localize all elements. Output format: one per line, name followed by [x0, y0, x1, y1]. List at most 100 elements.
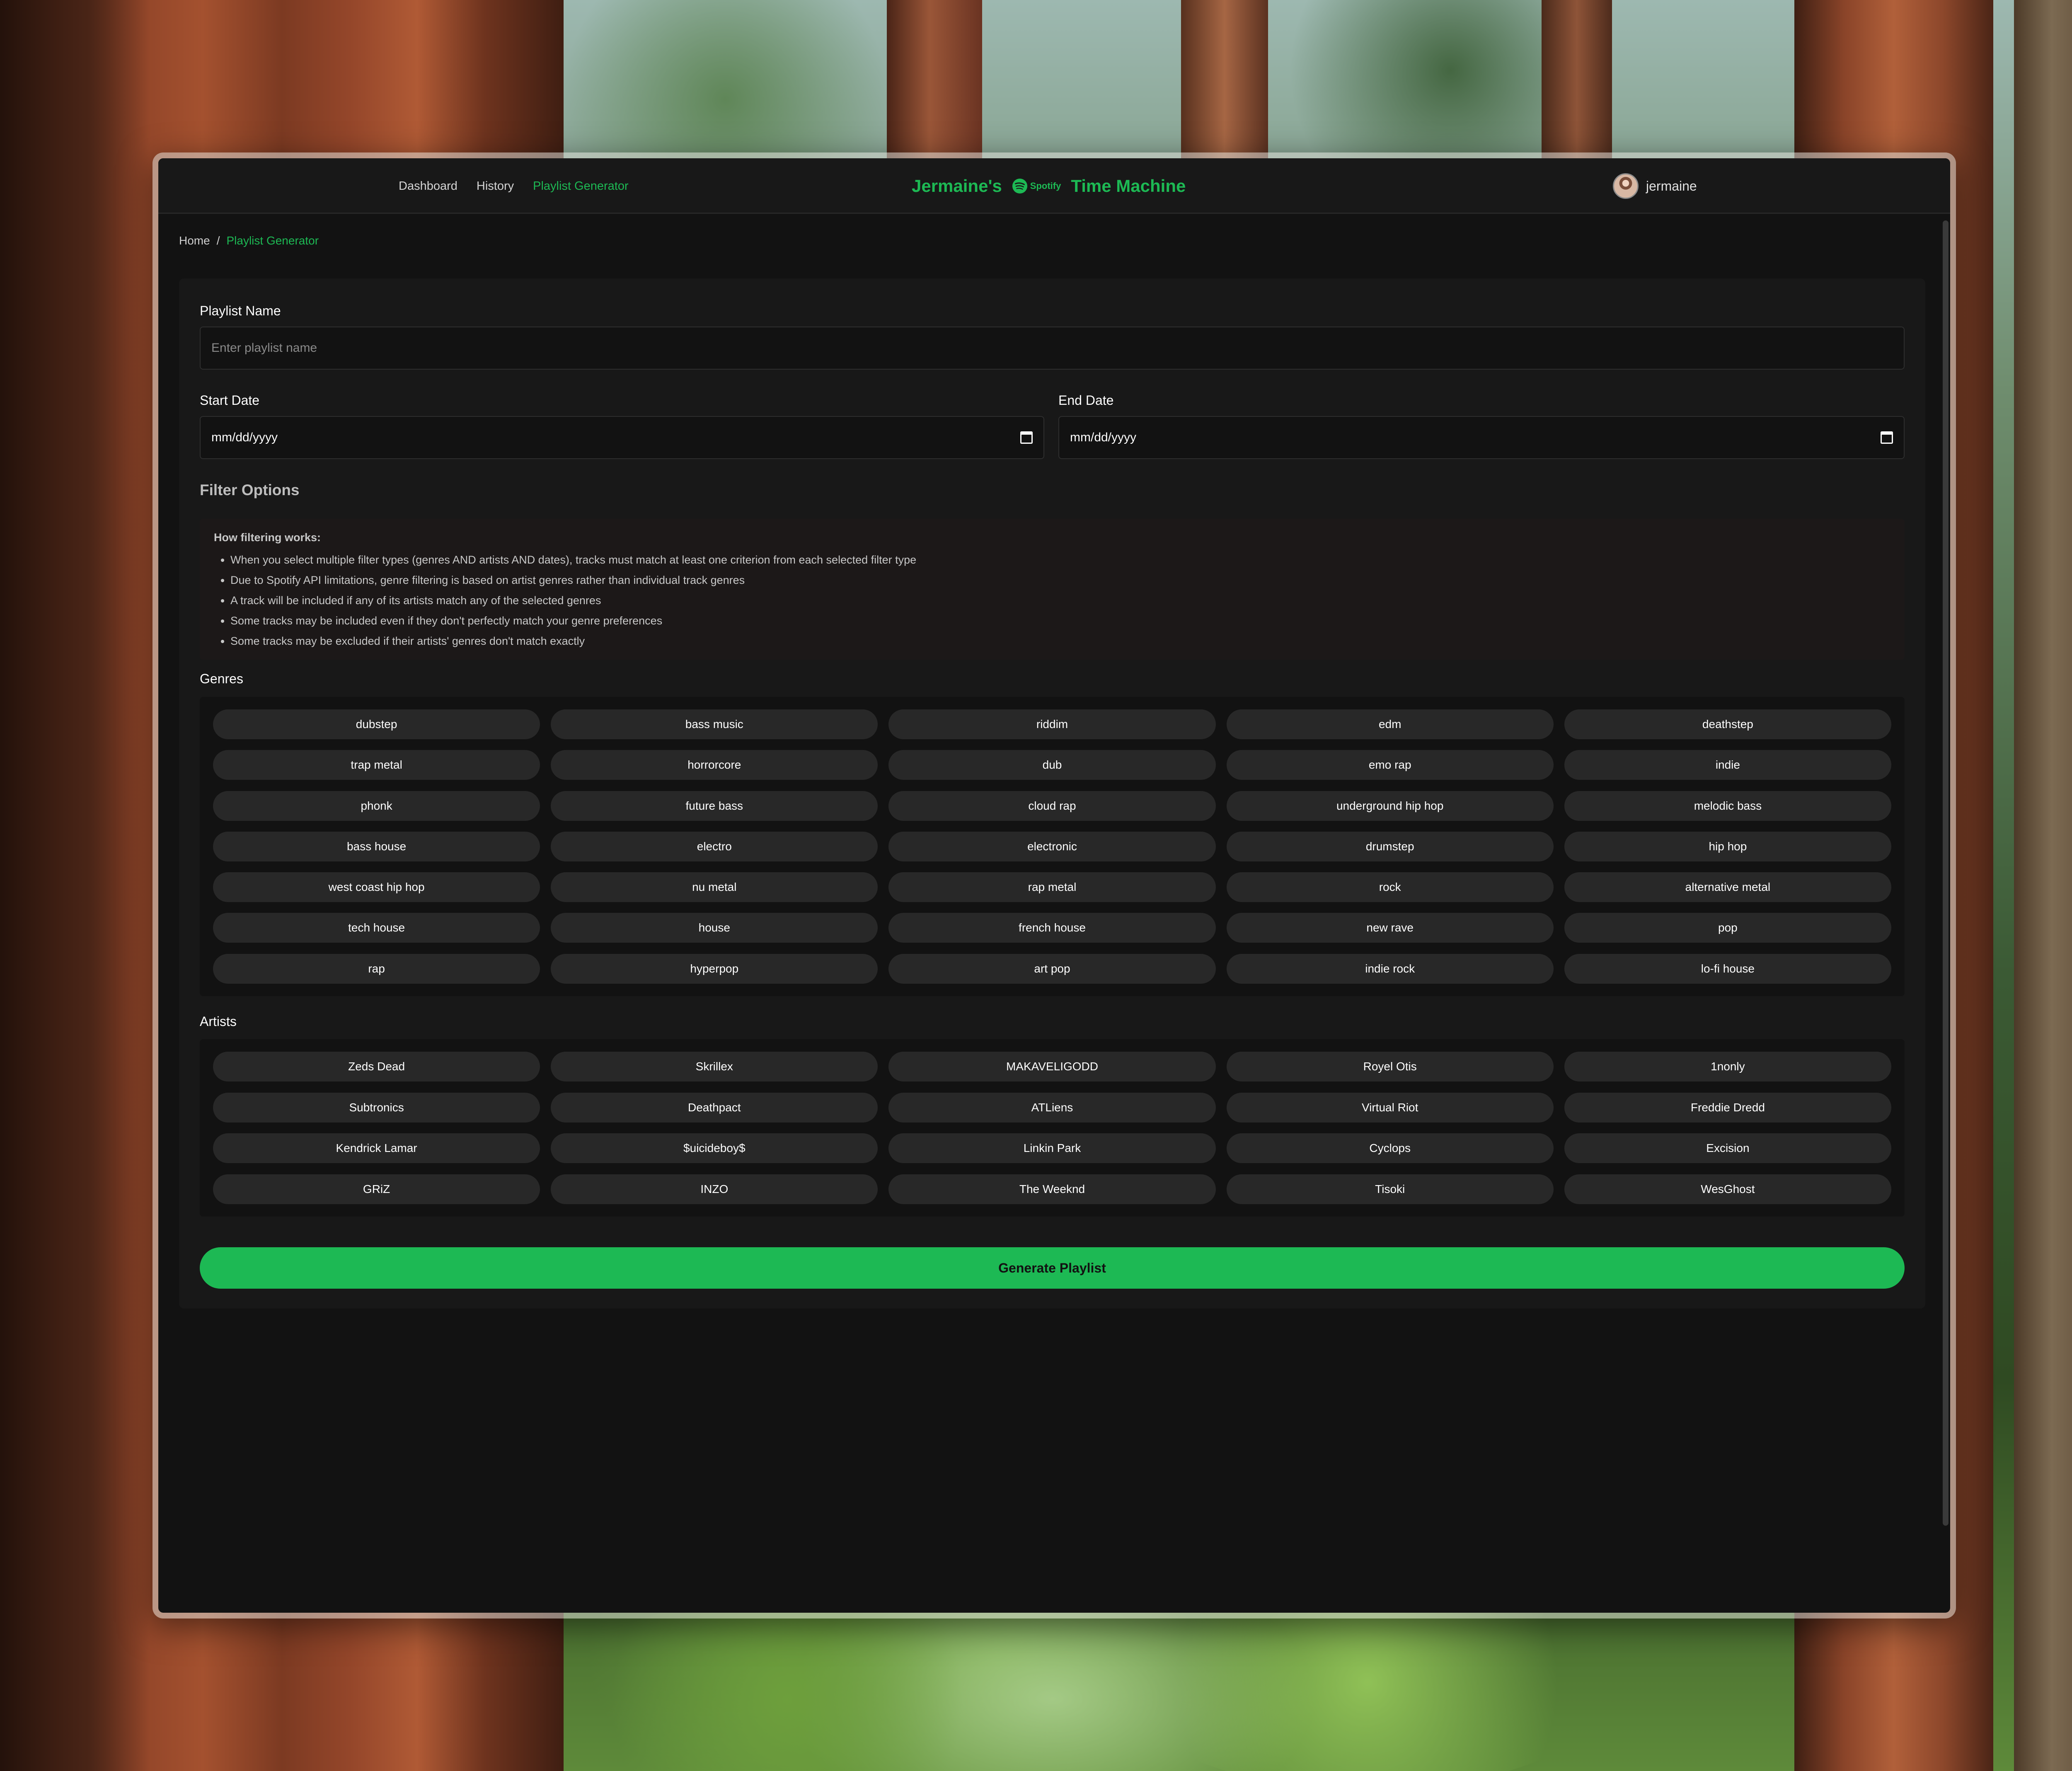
genre-chip[interactable]: cloud rap	[888, 791, 1216, 821]
avatar	[1613, 173, 1639, 199]
genre-chip[interactable]: indie rock	[1226, 953, 1554, 984]
top-nav: Dashboard History Playlist Generator Jer…	[158, 158, 1950, 214]
genre-chip[interactable]: drumstep	[1226, 831, 1554, 861]
artist-chip[interactable]: Linkin Park	[888, 1133, 1216, 1163]
genre-chip[interactable]: rap metal	[888, 872, 1216, 902]
genre-chip[interactable]: hip hop	[1564, 831, 1891, 861]
genre-chip[interactable]: electro	[551, 831, 878, 861]
genre-chip[interactable]: riddim	[888, 709, 1216, 739]
artist-chip-grid: Zeds Dead Skrillex MAKAVELIGODD Royel Otis 1…	[200, 1039, 1905, 1217]
genre-chip[interactable]: indie	[1564, 750, 1891, 780]
playlist-name-label: Playlist Name	[200, 303, 281, 318]
start-date-input[interactable]: mm/dd/yyyy	[200, 416, 1044, 459]
genre-chip[interactable]: future bass	[551, 791, 878, 821]
artist-chip[interactable]: WesGhost	[1564, 1174, 1891, 1204]
filter-info-title: How filtering works:	[214, 531, 321, 544]
playlist-form-card: Playlist Name Enter playlist name Start …	[179, 278, 1925, 1309]
spotify-icon	[1012, 178, 1027, 194]
nav-links: Dashboard History Playlist Generator	[399, 158, 629, 214]
nav-link-history[interactable]: History	[477, 179, 514, 193]
undergrowth-foliage	[559, 1595, 1015, 1771]
genre-chip[interactable]: horrorcore	[551, 750, 878, 780]
artist-chip[interactable]: Virtual Riot	[1226, 1092, 1554, 1123]
brand-title[interactable]: Jermaine's Spotify Time Machine	[912, 158, 1186, 214]
artist-chip[interactable]: Tisoki	[1226, 1174, 1554, 1204]
genre-chip[interactable]: pop	[1564, 913, 1891, 943]
genre-chip[interactable]: house	[551, 913, 878, 943]
artist-chip[interactable]: MAKAVELIGODD	[888, 1052, 1216, 1081]
filter-info-item: Some tracks may be included even if they…	[230, 611, 1890, 631]
genre-chip[interactable]: french house	[888, 913, 1216, 943]
genre-chip[interactable]: emo rap	[1226, 750, 1554, 780]
genre-chip[interactable]: underground hip hop	[1226, 791, 1554, 821]
scrollbar[interactable]	[1943, 220, 1949, 1526]
nav-link-dashboard[interactable]: Dashboard	[399, 179, 457, 193]
filter-info-box: How filtering works: When you select mul…	[200, 519, 1905, 660]
genre-chip[interactable]: bass music	[551, 709, 878, 739]
genre-chip[interactable]: rock	[1226, 872, 1554, 902]
artist-chip[interactable]: Zeds Dead	[213, 1052, 540, 1081]
brand-prefix: Jermaine's	[912, 176, 1002, 196]
end-date-input[interactable]: mm/dd/yyyy	[1058, 416, 1905, 459]
generate-playlist-button[interactable]: Generate Playlist	[200, 1247, 1905, 1289]
artist-chip[interactable]: $uicideboy$	[551, 1133, 878, 1163]
genre-chip[interactable]: rap	[213, 953, 540, 984]
genre-chip[interactable]: lo-fi house	[1564, 953, 1891, 984]
genre-chip[interactable]: dubstep	[213, 709, 540, 739]
user-menu[interactable]: jermaine	[1613, 158, 1697, 214]
genre-chip[interactable]: bass house	[213, 831, 540, 861]
genre-chip[interactable]: art pop	[888, 953, 1216, 984]
genre-chip[interactable]: tech house	[213, 913, 540, 943]
breadcrumb-current: Playlist Generator	[226, 234, 319, 247]
artist-chip[interactable]: GRiZ	[213, 1174, 540, 1204]
genre-chip[interactable]: west coast hip hop	[213, 872, 540, 902]
calendar-icon[interactable]	[1020, 431, 1033, 444]
artist-chip[interactable]: Deathpact	[551, 1092, 878, 1123]
genre-chip[interactable]: nu metal	[551, 872, 878, 902]
genre-chip[interactable]: melodic bass	[1564, 791, 1891, 821]
artist-chip[interactable]: Cyclops	[1226, 1133, 1554, 1163]
filter-info-item: A track will be included if any of its a…	[230, 590, 1890, 611]
start-date-label: Start Date	[200, 393, 260, 408]
username: jermaine	[1646, 178, 1697, 194]
tree-trunk	[2014, 0, 2072, 1771]
genre-chip[interactable]: phonk	[213, 791, 540, 821]
breadcrumb-separator: /	[216, 234, 220, 247]
artist-chip[interactable]: Kendrick Lamar	[213, 1133, 540, 1163]
browser-window: Dashboard History Playlist Generator Jer…	[152, 152, 1956, 1619]
end-date-label: End Date	[1058, 393, 1114, 408]
filter-info-item: Due to Spotify API limitations, genre fi…	[230, 570, 1890, 590]
start-date-value: mm/dd/yyyy	[211, 431, 278, 444]
filter-options-title: Filter Options	[200, 481, 300, 498]
artist-chip[interactable]: Freddie Dredd	[1564, 1092, 1891, 1123]
tree-trunk-shadow	[0, 0, 149, 1771]
artist-chip[interactable]: ATLiens	[888, 1092, 1216, 1123]
playlist-name-input[interactable]: Enter playlist name	[200, 327, 1905, 370]
spotify-logo: Spotify	[1012, 178, 1061, 194]
spotify-logo-text: Spotify	[1030, 181, 1061, 191]
artist-chip[interactable]: Skrillex	[551, 1052, 878, 1081]
genre-chip[interactable]: alternative metal	[1564, 872, 1891, 902]
genre-chip[interactable]: trap metal	[213, 750, 540, 780]
artist-chip[interactable]: Subtronics	[213, 1092, 540, 1123]
playlist-name-placeholder: Enter playlist name	[211, 341, 317, 355]
artist-chip[interactable]: Excision	[1564, 1133, 1891, 1163]
artist-chip[interactable]: Royel Otis	[1226, 1052, 1554, 1081]
breadcrumb: Home / Playlist Generator	[179, 234, 319, 247]
genre-chip[interactable]: electronic	[888, 831, 1216, 861]
nav-link-playlist-generator[interactable]: Playlist Generator	[533, 179, 629, 193]
genres-label: Genres	[200, 671, 243, 686]
genre-chip[interactable]: deathstep	[1564, 709, 1891, 739]
brand-suffix: Time Machine	[1071, 176, 1186, 196]
genre-chip[interactable]: hyperpop	[551, 953, 878, 984]
genre-chip[interactable]: edm	[1226, 709, 1554, 739]
end-date-value: mm/dd/yyyy	[1070, 431, 1137, 444]
artist-chip[interactable]: 1nonly	[1564, 1052, 1891, 1081]
genre-chip[interactable]: dub	[888, 750, 1216, 780]
app-root: Dashboard History Playlist Generator Jer…	[158, 158, 1950, 1613]
genre-chip[interactable]: new rave	[1226, 913, 1554, 943]
calendar-icon[interactable]	[1881, 431, 1893, 444]
breadcrumb-home[interactable]: Home	[179, 234, 210, 247]
artist-chip[interactable]: The Weeknd	[888, 1174, 1216, 1204]
artist-chip[interactable]: INZO	[551, 1174, 878, 1204]
